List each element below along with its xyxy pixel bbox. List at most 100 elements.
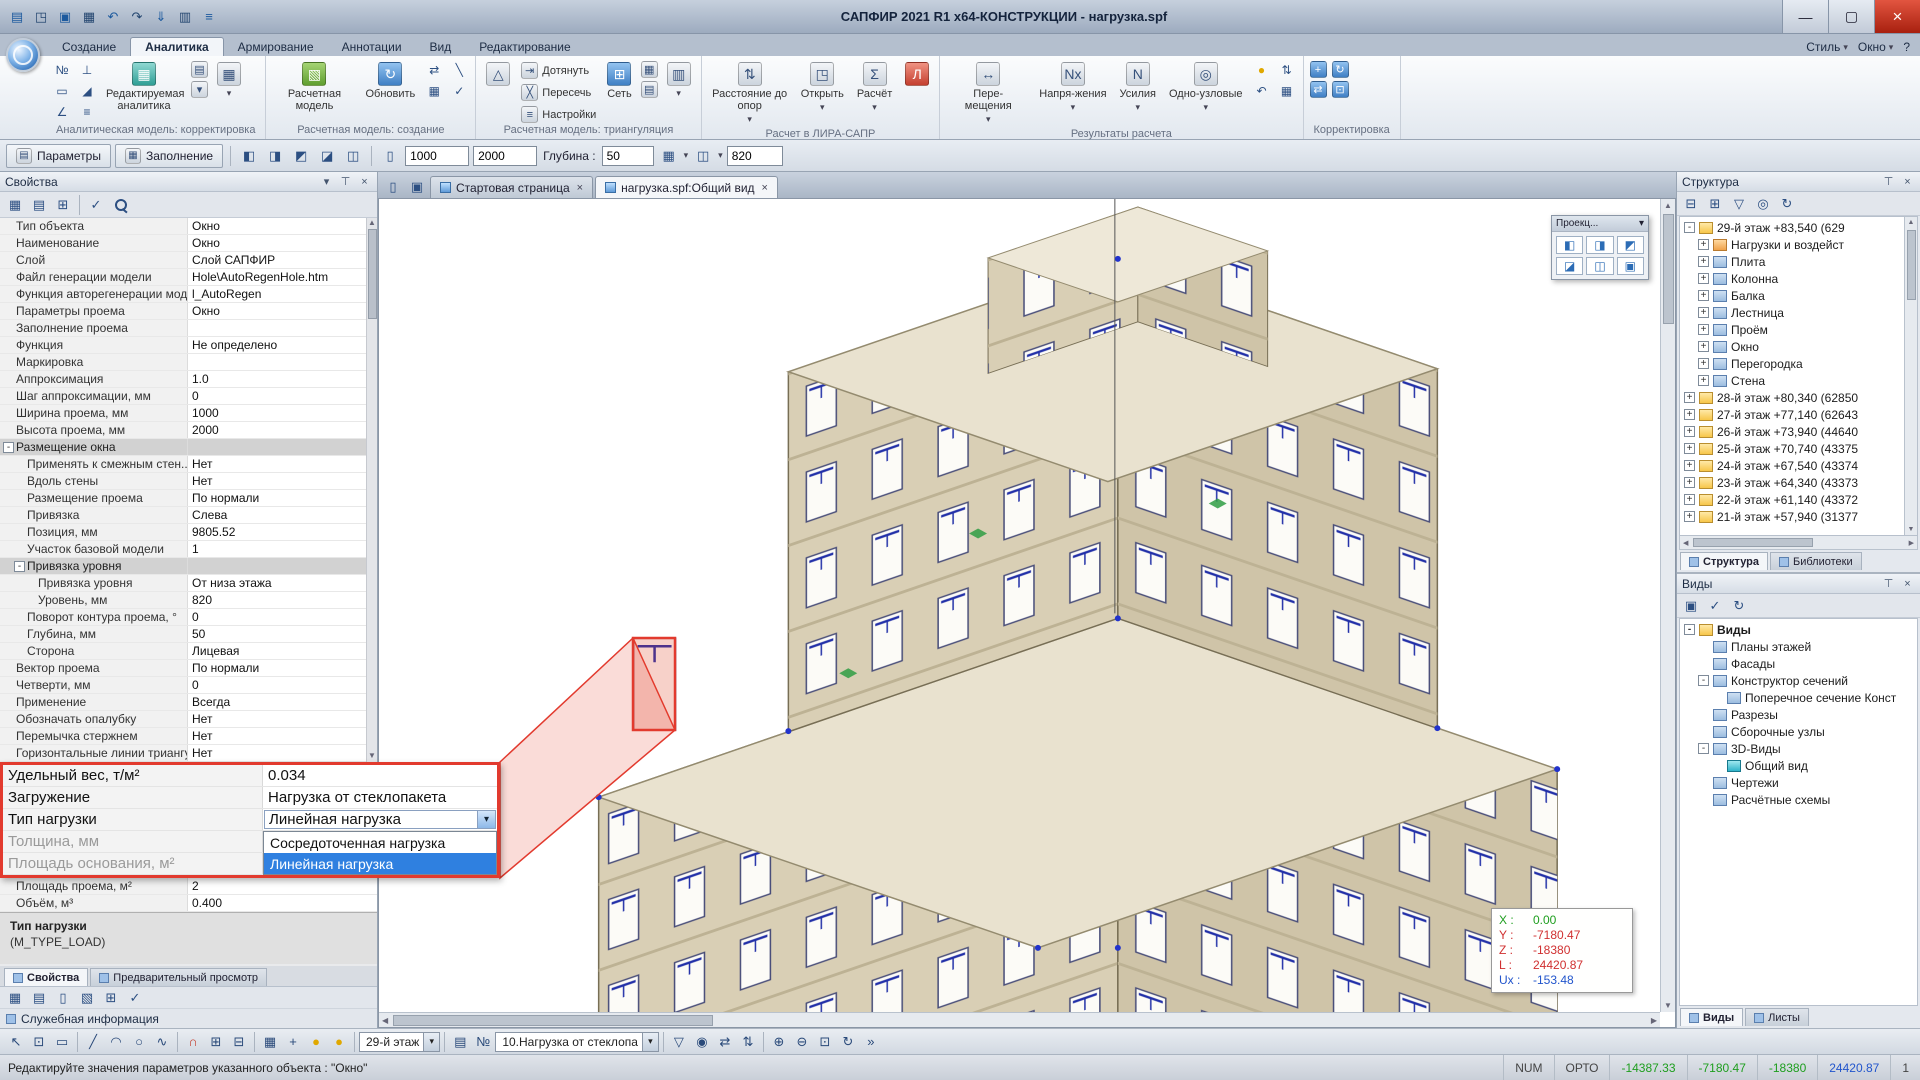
- menu-tab[interactable]: Создание: [48, 38, 130, 56]
- property-value[interactable]: Слева: [188, 507, 377, 523]
- property-row[interactable]: Привязка Слева: [0, 507, 377, 524]
- chevron-down-icon[interactable]: ▾: [684, 150, 689, 161]
- expander-icon[interactable]: [3, 340, 14, 351]
- grid-variant-icon[interactable]: ▤: [641, 81, 658, 98]
- doc-save-icon[interactable]: ▣: [406, 176, 428, 198]
- property-row[interactable]: Вдоль стены Нет: [0, 473, 377, 490]
- placement-mode-icon[interactable]: ◫: [692, 145, 714, 167]
- tree-item[interactable]: - 3D-Виды: [1680, 740, 1917, 757]
- expander-icon[interactable]: [3, 881, 14, 892]
- tree-item[interactable]: + Окно: [1680, 338, 1917, 355]
- tree-item[interactable]: - Виды: [1680, 621, 1917, 638]
- select-arrow-icon[interactable]: ↖: [5, 1032, 27, 1052]
- slash-icon[interactable]: ╲: [449, 61, 469, 79]
- load-type-combobox[interactable]: Линейная нагрузка ▾: [264, 810, 496, 829]
- tree-expander-icon[interactable]: +: [1698, 341, 1709, 352]
- expander-icon[interactable]: [3, 697, 14, 708]
- triangulation-icon-button[interactable]: △: [482, 59, 514, 89]
- tree-item[interactable]: + 25-й этаж +70,740 (43375: [1680, 440, 1917, 457]
- service-table-icon[interactable]: ▤: [28, 987, 50, 1009]
- expander-icon[interactable]: [14, 459, 25, 470]
- draw-arc-icon[interactable]: ◠: [105, 1032, 127, 1052]
- property-value[interactable]: От низа этажа: [188, 575, 377, 591]
- projection-right-icon[interactable]: ◪: [1556, 257, 1583, 275]
- tree-item[interactable]: + Перегородка: [1680, 355, 1917, 372]
- maximize-button[interactable]: ▢: [1828, 0, 1874, 33]
- close-icon[interactable]: ×: [357, 174, 372, 189]
- horizontal-scrollbar[interactable]: ◀ ▶: [379, 1012, 1660, 1027]
- opening-align-left-icon[interactable]: ◧: [238, 145, 260, 167]
- tree-item[interactable]: + Проём: [1680, 321, 1917, 338]
- expander-icon[interactable]: [3, 663, 14, 674]
- expander-icon[interactable]: [14, 527, 25, 538]
- tree-item[interactable]: - Конструктор сечений: [1680, 672, 1917, 689]
- floor-select[interactable]: 29-й этаж ▾: [359, 1032, 440, 1052]
- panel-tab[interactable]: Структура: [1680, 552, 1768, 570]
- link-icon[interactable]: ⇄: [424, 61, 444, 79]
- zoom-in-icon[interactable]: ⊕: [768, 1032, 790, 1052]
- lira-sapr-button[interactable]: Л: [901, 59, 933, 89]
- tree-item[interactable]: Расчётные схемы: [1680, 791, 1917, 808]
- close-icon[interactable]: ×: [1900, 174, 1915, 189]
- property-row[interactable]: Вектор проема По нормали: [0, 660, 377, 677]
- tree-item[interactable]: + Балка: [1680, 287, 1917, 304]
- property-value[interactable]: 50: [188, 626, 377, 642]
- dropdown-option[interactable]: Сосредоточенная нагрузка: [264, 832, 496, 853]
- undo-result-icon[interactable]: ↶: [1252, 82, 1272, 100]
- expander-icon[interactable]: [14, 476, 25, 487]
- layers-icon[interactable]: ▤: [449, 1032, 471, 1052]
- expander-icon[interactable]: [3, 306, 14, 317]
- check-icon[interactable]: ✓: [449, 82, 469, 100]
- projection-back-icon[interactable]: ◨: [1586, 236, 1613, 254]
- property-row[interactable]: Объём, м³ 0.400: [0, 895, 377, 912]
- save-icon[interactable]: ▣: [54, 7, 76, 27]
- tree-item[interactable]: + Стена: [1680, 372, 1917, 389]
- tab-close-icon[interactable]: ×: [760, 182, 768, 194]
- scrollbar-thumb[interactable]: [393, 1015, 713, 1026]
- property-row[interactable]: Файл генерации модели Hole\AutoRegenHole…: [0, 269, 377, 286]
- expander-icon[interactable]: [3, 272, 14, 283]
- property-value[interactable]: [188, 354, 377, 370]
- more-tools-icon[interactable]: »: [860, 1032, 882, 1052]
- tree-expander-icon[interactable]: +: [1684, 460, 1695, 471]
- property-value[interactable]: 9805.52: [188, 524, 377, 540]
- projection-top-icon[interactable]: ◫: [1586, 257, 1613, 275]
- zoom-property-row[interactable]: Тип нагрузки Линейная нагрузка ▾: [3, 809, 497, 831]
- property-row[interactable]: -Привязка уровня: [0, 558, 377, 575]
- opening-align-top-icon[interactable]: ◩: [290, 145, 312, 167]
- distance-to-supports-button[interactable]: ⇅ Расстояние до опор ▾: [708, 59, 792, 128]
- magnet-snap-icon[interactable]: ∩: [182, 1032, 204, 1052]
- light-alt-icon[interactable]: ●: [328, 1032, 350, 1052]
- tree-item[interactable]: Чертежи: [1680, 774, 1917, 791]
- draw-line-icon[interactable]: ╱: [82, 1032, 104, 1052]
- redo-icon[interactable]: ↷: [126, 7, 148, 27]
- tree-item[interactable]: + Лестница: [1680, 304, 1917, 321]
- service-cube-icon[interactable]: ▧: [76, 987, 98, 1009]
- window-menu[interactable]: Окно▾: [1858, 40, 1893, 54]
- update-model-button[interactable]: ↻ Обновить: [361, 59, 419, 103]
- expander-icon[interactable]: [3, 221, 14, 232]
- refresh-icon[interactable]: ↻: [1728, 595, 1750, 617]
- property-value[interactable]: [188, 558, 377, 574]
- displacements-button[interactable]: ↔ Пере-мещения ▾: [946, 59, 1030, 128]
- triangulation-options-button[interactable]: ▥ ▾: [663, 59, 695, 102]
- model-canvas[interactable]: Проекц... ▾ ◧ ◨ ◩ ◪ ◫ ▣: [378, 198, 1676, 1028]
- property-value[interactable]: Нет: [188, 456, 377, 472]
- tree-expander-icon[interactable]: +: [1684, 392, 1695, 403]
- expander-icon[interactable]: -: [14, 561, 25, 572]
- tree-item[interactable]: + 27-й этаж +77,140 (62643: [1680, 406, 1917, 423]
- save-all-icon[interactable]: ▦: [78, 7, 100, 27]
- chevron-down-icon[interactable]: ▾: [191, 81, 208, 98]
- import-icon[interactable]: ⇓: [150, 7, 172, 27]
- tree-item[interactable]: + Плита: [1680, 253, 1917, 270]
- orbit-icon[interactable]: ↻: [837, 1032, 859, 1052]
- property-value[interactable]: Нагрузка от стеклопакета: [263, 787, 497, 808]
- zoom-property-row[interactable]: Загружение Нагрузка от стеклопакета: [3, 787, 497, 809]
- tab-close-icon[interactable]: ×: [575, 182, 583, 194]
- property-row[interactable]: Поворот контура проема, ° 0: [0, 609, 377, 626]
- expander-icon[interactable]: [14, 493, 25, 504]
- property-value[interactable]: Не определено: [188, 337, 377, 353]
- reach-button[interactable]: ⇥Дотянуть: [519, 61, 598, 80]
- angle-icon[interactable]: ∠: [52, 103, 72, 121]
- property-value[interactable]: Слой САПФИР: [188, 252, 377, 268]
